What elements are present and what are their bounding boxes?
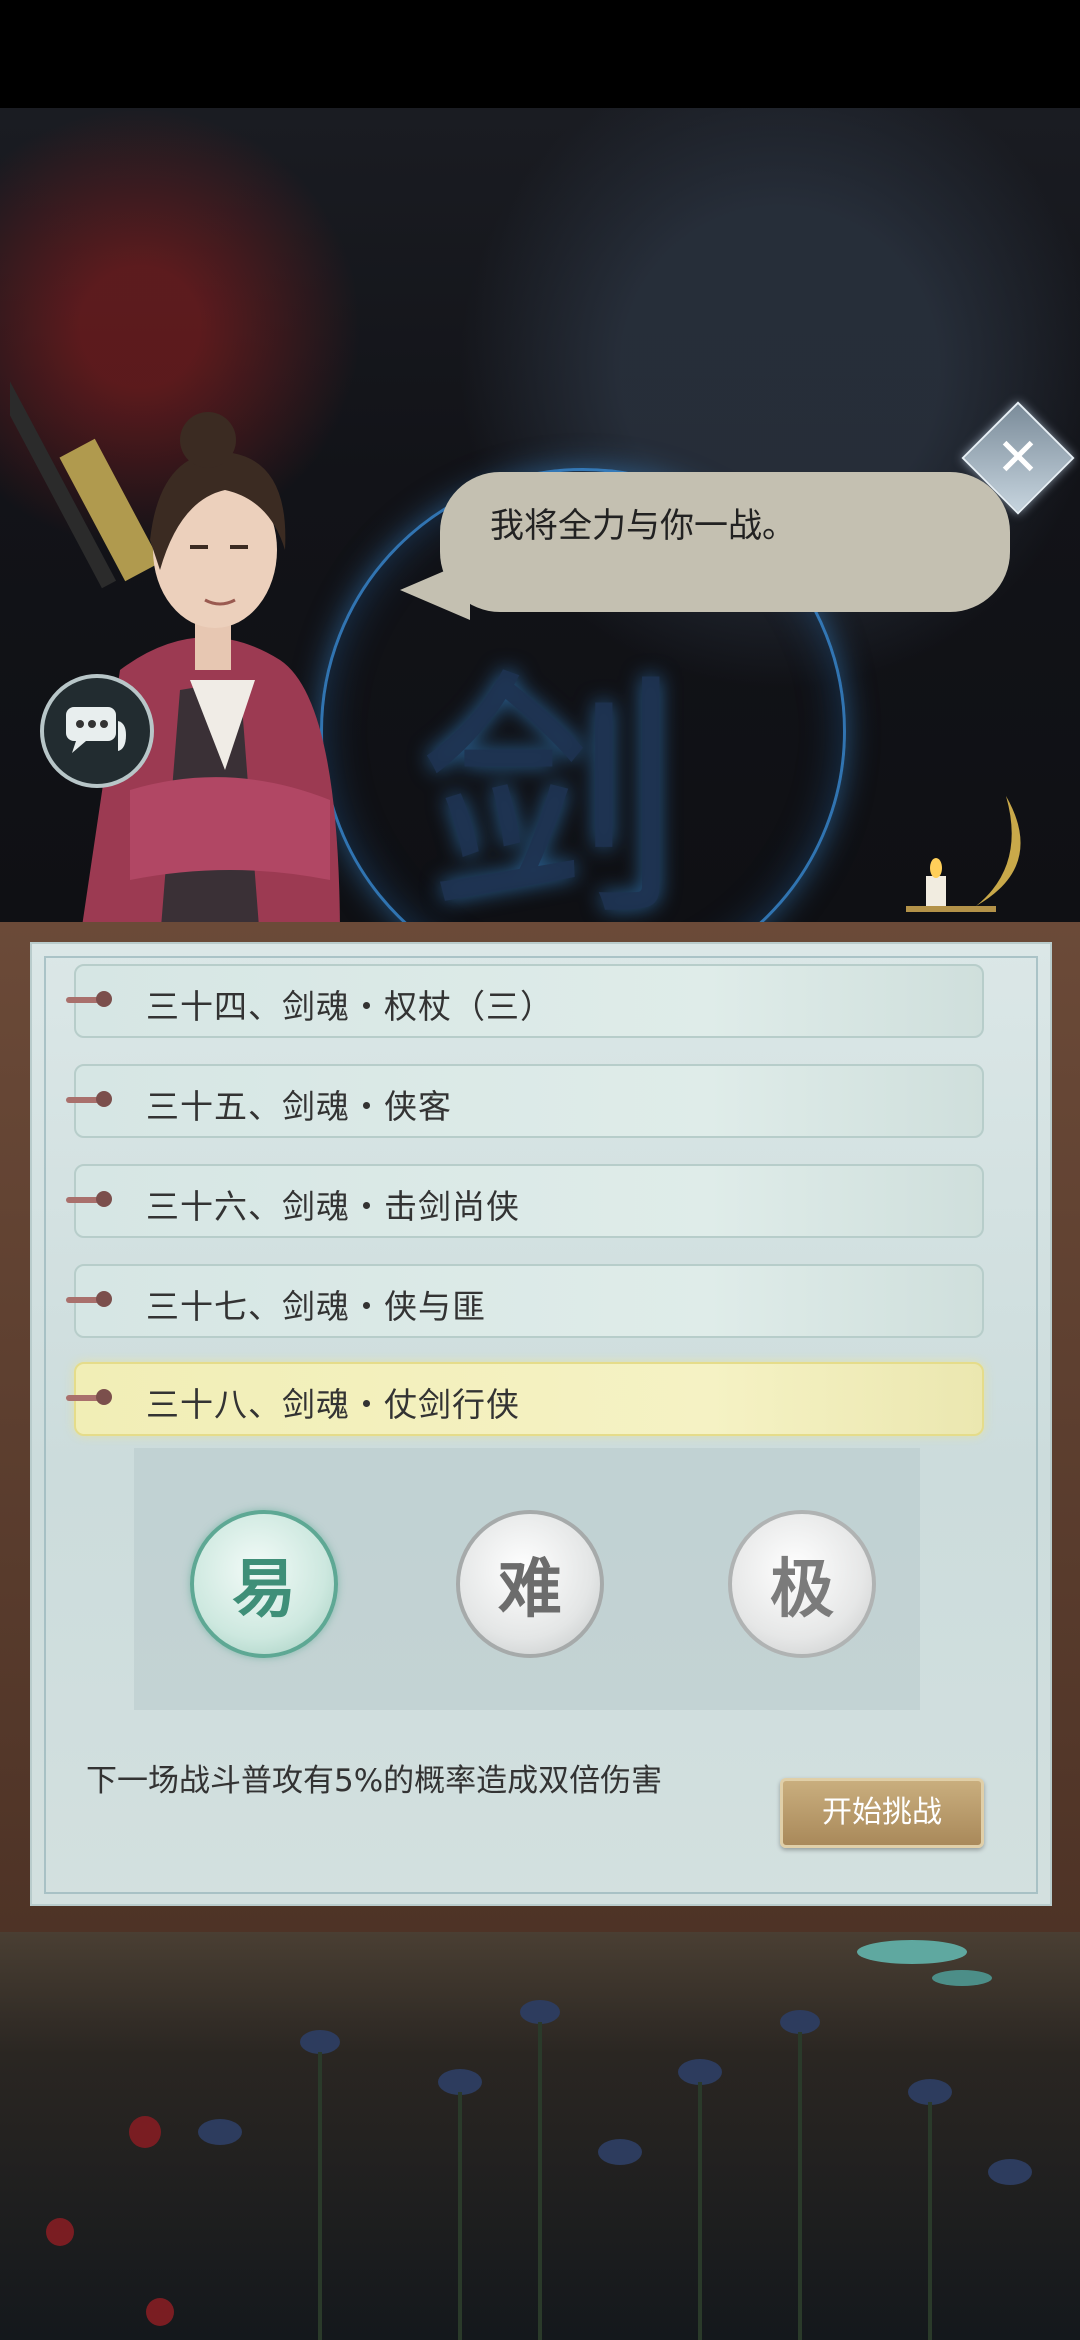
- buff-description: 下一场战斗普攻有5%的概率造成双倍伤害: [86, 1763, 663, 1799]
- candle-icon: [906, 796, 1021, 912]
- chapter-label: 三十五、剑魂・侠客: [146, 1087, 452, 1126]
- chat-bubble-icon: [66, 707, 126, 753]
- chapter-item-36[interactable]: 三十六、剑魂・击剑尚侠: [66, 1164, 984, 1238]
- chat-button[interactable]: [40, 674, 154, 788]
- close-icon: ✕: [996, 428, 1040, 488]
- chapter-label: 三十六、剑魂・击剑尚侠: [146, 1187, 520, 1226]
- chapter-pin-icon: [66, 1291, 112, 1307]
- chapter-item-38[interactable]: 三十八、剑魂・仗剑行侠: [66, 1362, 984, 1436]
- chapter-item-34[interactable]: 三十四、剑魂・权杖（三）: [66, 964, 984, 1038]
- chapter-pin-icon: [66, 1091, 112, 1107]
- game-screen: 剑 ✕ 我将全力与你一战。 三十四、剑魂・权杖（三） 三十五、剑魂・侠客 三十六…: [0, 0, 1080, 2340]
- lily-pad-decoration: [857, 1940, 992, 1986]
- difficulty-easy-button[interactable]: 易: [190, 1510, 338, 1658]
- swordsman-character: [10, 368, 340, 940]
- chapter-pin-icon: [66, 1191, 112, 1207]
- start-challenge-button[interactable]: 开始挑战: [780, 1778, 984, 1848]
- speech-bubble-tail: [400, 560, 470, 620]
- chapter-pin-icon: [66, 1389, 112, 1405]
- status-bar-area: [0, 0, 1080, 108]
- chapter-pin-icon: [66, 991, 112, 1007]
- chapter-item-35[interactable]: 三十五、剑魂・侠客: [66, 1064, 984, 1138]
- chapter-label: 三十七、剑魂・侠与匪: [146, 1287, 486, 1326]
- chapter-label: 三十四、剑魂・权杖（三）: [146, 987, 554, 1026]
- chapter-label: 三十八、剑魂・仗剑行侠: [146, 1385, 520, 1424]
- chapter-item-37[interactable]: 三十七、剑魂・侠与匪: [66, 1264, 984, 1338]
- speech-text: 我将全力与你一战。: [490, 506, 796, 546]
- difficulty-extreme-button[interactable]: 极: [728, 1510, 876, 1658]
- difficulty-hard-button[interactable]: 难: [456, 1510, 604, 1658]
